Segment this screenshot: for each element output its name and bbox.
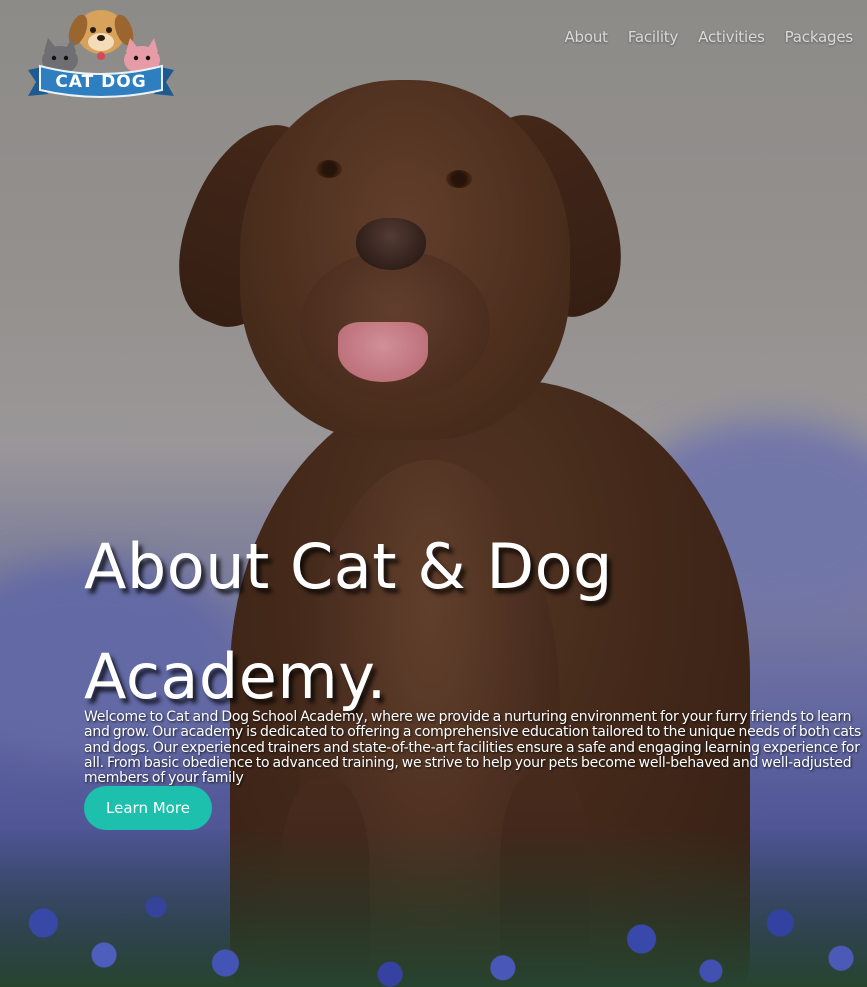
nav-activities[interactable]: Activities	[698, 28, 765, 46]
logo-text: CAT DOG	[55, 72, 147, 92]
hero-overlay	[0, 0, 867, 987]
nav-about[interactable]: About	[564, 28, 608, 46]
page-title-line-1: About Cat & Dog	[84, 530, 613, 603]
learn-more-button[interactable]: Learn More	[84, 786, 212, 830]
page-title: About Cat & Dog Academy.	[84, 512, 784, 732]
site-logo[interactable]: CAT DOG	[26, 4, 176, 104]
nav-packages[interactable]: Packages	[785, 28, 854, 46]
top-navigation: About Facility Activities Packages	[564, 28, 853, 46]
hero-background	[0, 0, 867, 987]
nav-facility[interactable]: Facility	[628, 28, 679, 46]
page-title-line-2: Academy.	[84, 640, 387, 713]
about-description: Welcome to Cat and Dog School Academy, w…	[84, 709, 861, 787]
